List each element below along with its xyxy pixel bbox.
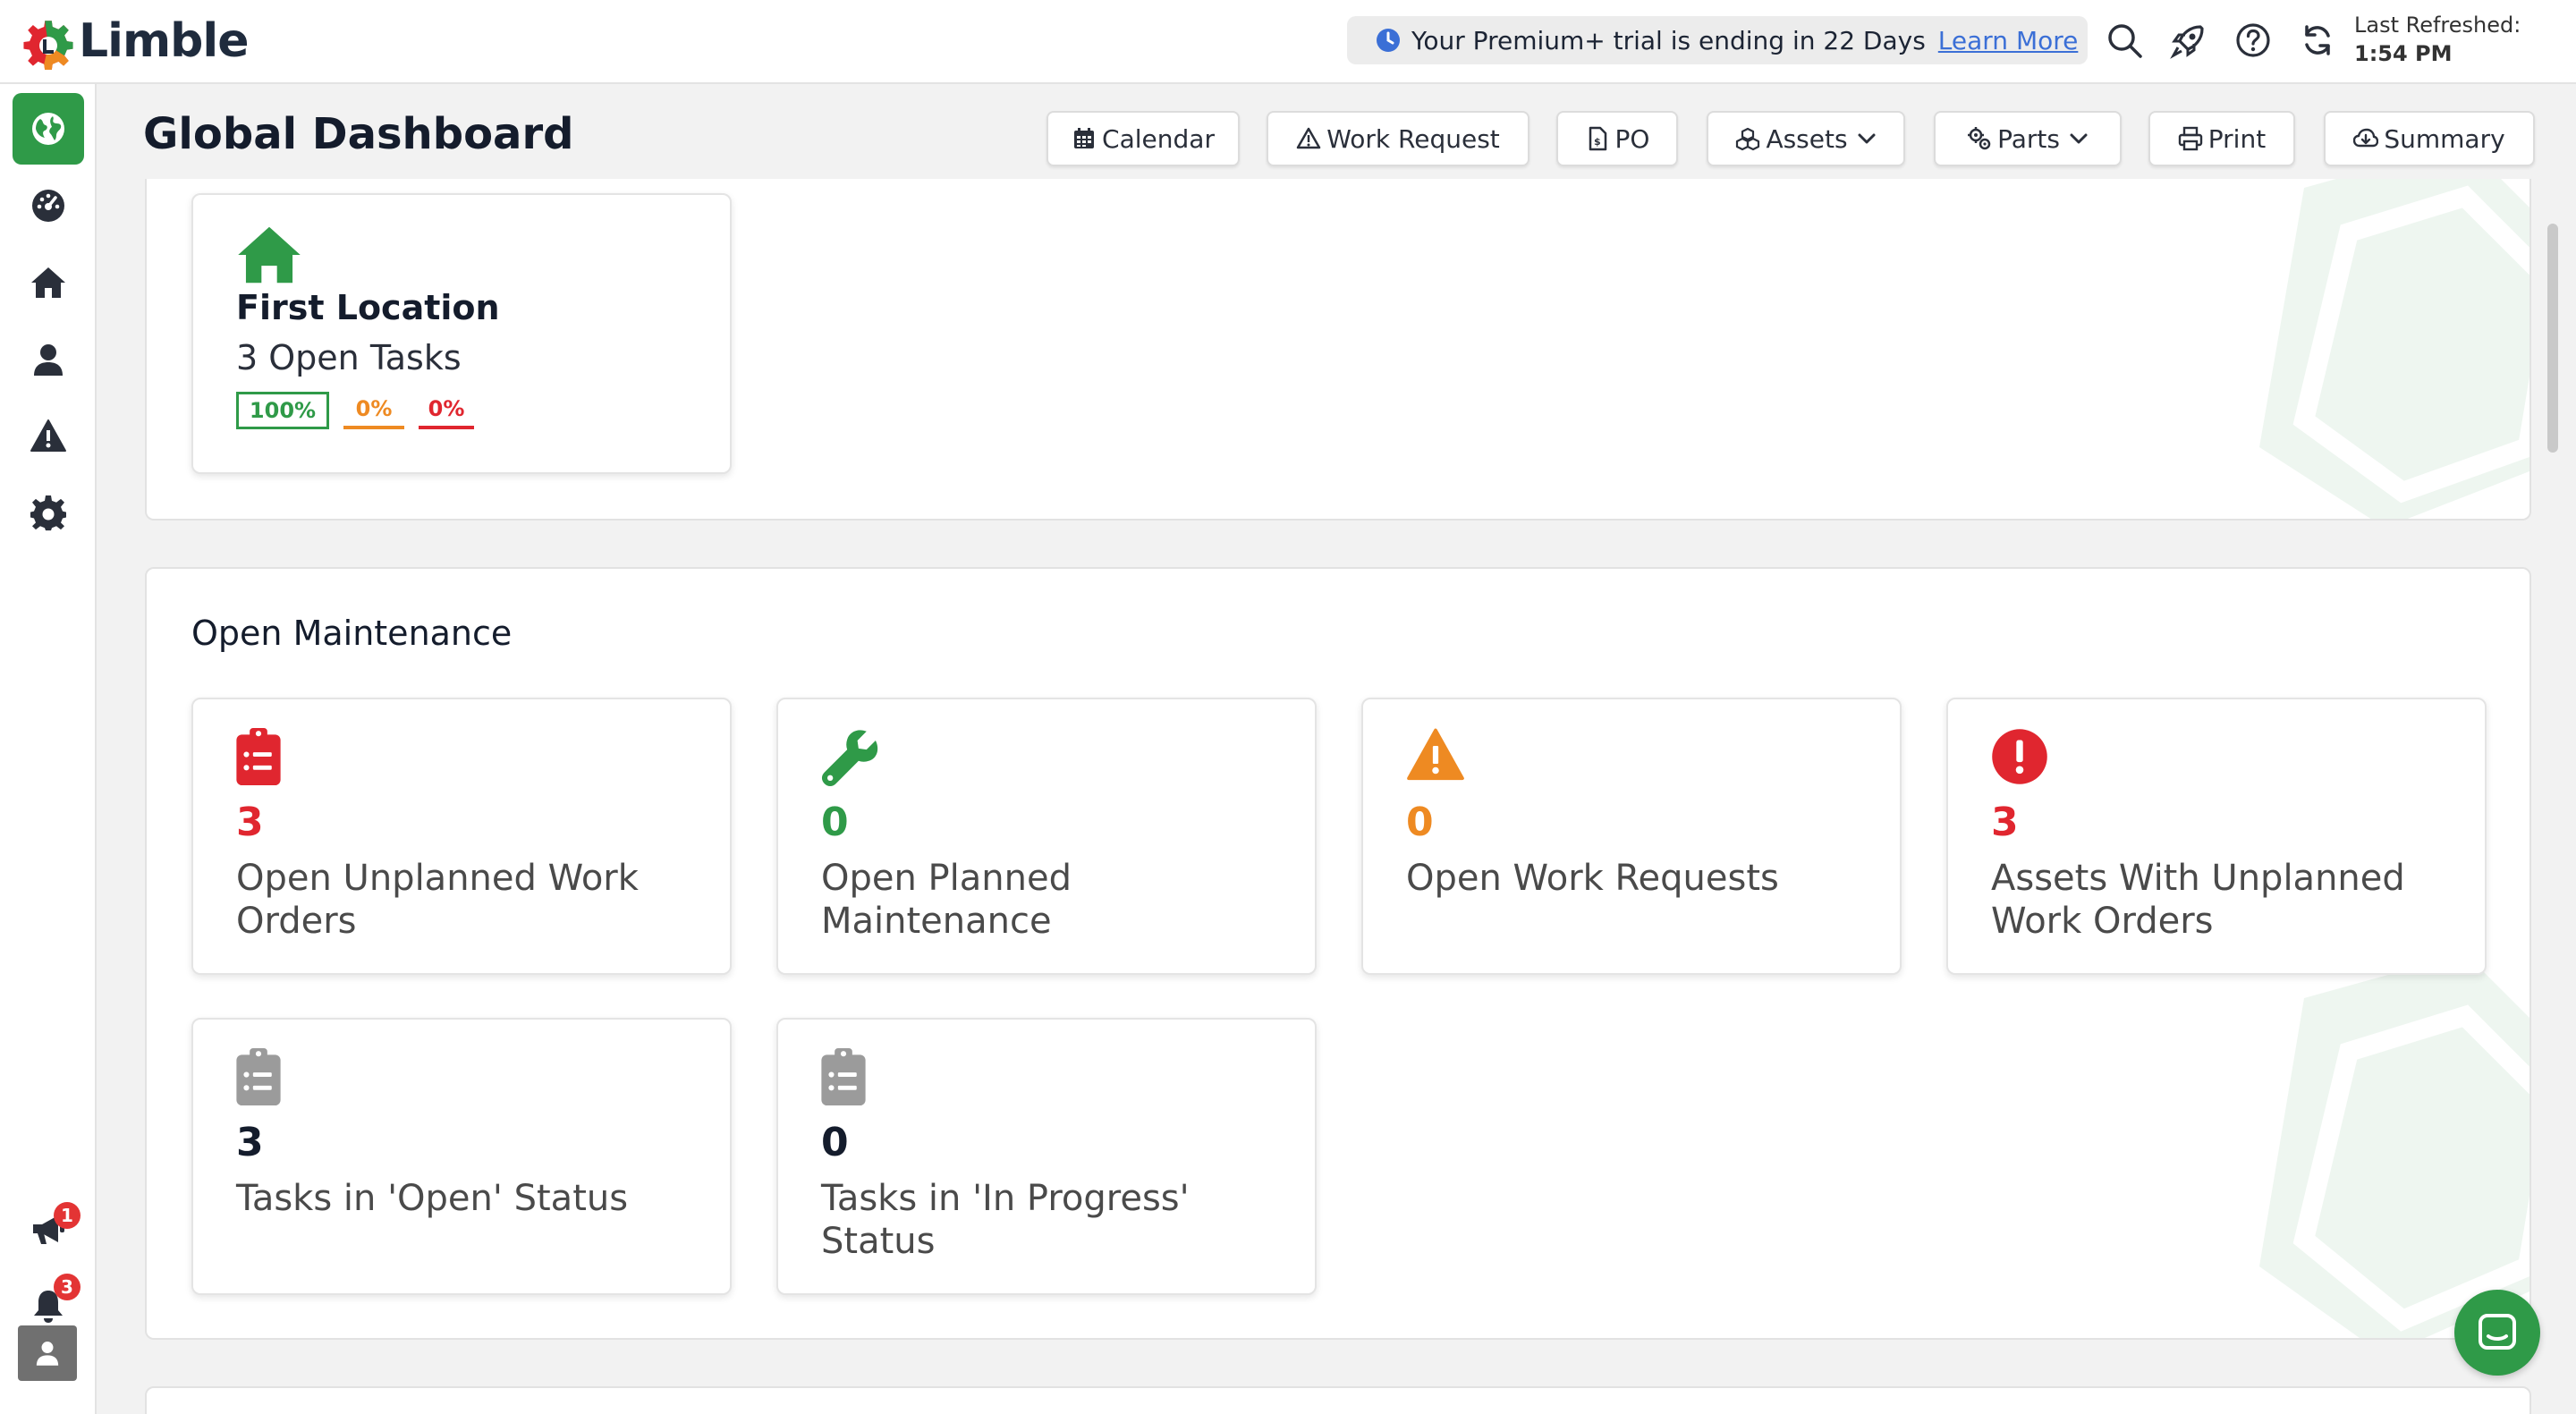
last-refreshed-label: Last Refreshed:: [2354, 13, 2521, 38]
rocket-icon[interactable]: [2168, 20, 2209, 61]
card-label: Open Planned Maintenance: [821, 858, 1072, 942]
card-value: 0: [1406, 800, 1434, 845]
warning-outline-icon: [1296, 127, 1321, 149]
parts-label: Parts: [1997, 123, 2060, 154]
sidebar-item-announcements[interactable]: 1: [13, 1193, 84, 1265]
location-card[interactable]: First Location 3 Open Tasks 100% 0% 0%: [191, 193, 732, 474]
limble-gear-icon: [23, 21, 73, 70]
chat-launcher-button[interactable]: [2454, 1290, 2540, 1376]
home-icon: [31, 267, 65, 298]
pct-completed-badge: 100%: [236, 392, 329, 429]
print-label: Print: [2207, 123, 2267, 154]
location-open-tasks: 3 Open Tasks: [236, 338, 462, 377]
scrollbar-thumb[interactable]: [2547, 224, 2558, 453]
globe-icon: [32, 113, 64, 145]
unplanned-work-orders-card[interactable]: 3 Open Unplanned Work Orders: [191, 698, 732, 975]
chevron-down-icon: [1858, 133, 1876, 144]
hexagon-watermark: [2259, 179, 2529, 519]
summary-button[interactable]: Summary: [2324, 111, 2535, 166]
assets-label: Assets: [1766, 123, 1848, 154]
calendar-icon: [1074, 128, 1095, 148]
card-value: 3: [236, 1120, 264, 1165]
trial-banner: Your Premium+ trial is ending in 22 Days…: [1347, 16, 2088, 64]
assets-dropdown-button[interactable]: Assets: [1707, 111, 1905, 166]
planned-maintenance-card[interactable]: 0 Open Planned Maintenance: [776, 698, 1317, 975]
user-icon: [34, 344, 63, 376]
limble-logo[interactable]: Limble: [20, 5, 249, 77]
notifications-badge: 3: [54, 1274, 80, 1300]
chevron-down-icon: [2070, 133, 2088, 144]
summary-label: Summary: [2384, 123, 2505, 154]
sidebar-item-users[interactable]: [13, 324, 84, 395]
hexagon-watermark: [2259, 962, 2529, 1338]
warning-icon: [1407, 728, 1464, 781]
pct-overdue-badge: 0%: [419, 392, 474, 429]
cloud-download-icon: [2353, 128, 2379, 148]
clipboard-list-icon: [236, 728, 281, 785]
cogs-icon: [1968, 127, 1991, 150]
help-icon[interactable]: [2233, 20, 2274, 61]
card-label: Open Work Requests: [1406, 858, 1779, 899]
card-label: Tasks in 'In Progress' Status: [821, 1178, 1190, 1262]
clipboard-list-icon: [236, 1048, 281, 1105]
refresh-icon[interactable]: [2297, 20, 2338, 61]
open-maintenance-panel: Open Maintenance 3 Open Unplanned Work O…: [145, 567, 2531, 1340]
work-requests-card[interactable]: 0 Open Work Requests: [1361, 698, 1902, 975]
work-request-button[interactable]: Work Request: [1267, 111, 1530, 166]
card-value: 3: [1991, 800, 2019, 845]
chat-icon: [2479, 1314, 2516, 1350]
home-icon: [238, 226, 301, 284]
work-request-label: Work Request: [1326, 123, 1500, 154]
last-refreshed-time: 1:54 PM: [2354, 41, 2453, 66]
trial-message: Your Premium+ trial is ending in 22 Days: [1411, 25, 1926, 55]
exclamation-circle-icon: [1992, 729, 2047, 784]
parts-dropdown-button[interactable]: Parts: [1934, 111, 2122, 166]
top-bar: Limble Your Premium+ trial is ending in …: [0, 0, 2576, 84]
announcements-badge: 1: [54, 1202, 80, 1229]
sidebar-item-settings[interactable]: [13, 478, 84, 549]
gear-icon: [30, 495, 66, 531]
tasks-open-status-card[interactable]: 3 Tasks in 'Open' Status: [191, 1018, 732, 1295]
sidebar-item-home[interactable]: [13, 247, 84, 318]
location-name: First Location: [236, 288, 500, 327]
warning-icon: [30, 419, 66, 452]
clipboard-list-icon: [821, 1048, 866, 1105]
calendar-button[interactable]: Calendar: [1046, 111, 1240, 166]
pct-due-soon-badge: 0%: [343, 392, 404, 429]
card-label: Tasks in 'Open' Status: [236, 1178, 629, 1219]
tasks-in-progress-card[interactable]: 0 Tasks in 'In Progress' Status: [776, 1018, 1317, 1295]
print-button[interactable]: Print: [2148, 111, 2295, 166]
last-refreshed: Last Refreshed: 1:54 PM: [2354, 11, 2521, 68]
card-label: Open Unplanned Work Orders: [236, 858, 639, 942]
sidebar-item-dashboard[interactable]: [13, 170, 84, 241]
card-label: Assets With Unplanned Work Orders: [1991, 858, 2405, 942]
po-label: PO: [1614, 123, 1650, 154]
sidebar: 1 3: [0, 84, 97, 1414]
print-icon: [2178, 126, 2202, 151]
section-title: Open Maintenance: [191, 614, 513, 653]
clock-icon: [1377, 29, 1400, 52]
user-avatar-icon: [36, 1342, 59, 1366]
dashboard-gauge-icon: [32, 190, 64, 222]
card-value: 0: [821, 800, 849, 845]
next-panel: [145, 1386, 2531, 1414]
profile-avatar[interactable]: [18, 1325, 77, 1381]
calendar-label: Calendar: [1102, 123, 1215, 154]
card-value: 3: [236, 800, 264, 845]
cubes-icon: [1736, 127, 1760, 151]
page-title: Global Dashboard: [143, 109, 574, 159]
sidebar-item-global[interactable]: [13, 93, 84, 165]
card-value: 0: [821, 1120, 849, 1165]
locations-panel: First Location 3 Open Tasks 100% 0% 0%: [145, 179, 2531, 521]
assets-unplanned-card[interactable]: 3 Assets With Unplanned Work Orders: [1946, 698, 2487, 975]
wrench-icon: [821, 730, 878, 787]
svg-text:$: $: [1594, 136, 1601, 148]
sidebar-item-alerts[interactable]: [13, 401, 84, 472]
brand-name: Limble: [79, 14, 249, 68]
po-button[interactable]: $ PO: [1556, 111, 1678, 166]
file-invoice-icon: $: [1589, 126, 1606, 151]
learn-more-link[interactable]: Learn More: [1938, 26, 2079, 55]
search-icon[interactable]: [2104, 20, 2145, 61]
